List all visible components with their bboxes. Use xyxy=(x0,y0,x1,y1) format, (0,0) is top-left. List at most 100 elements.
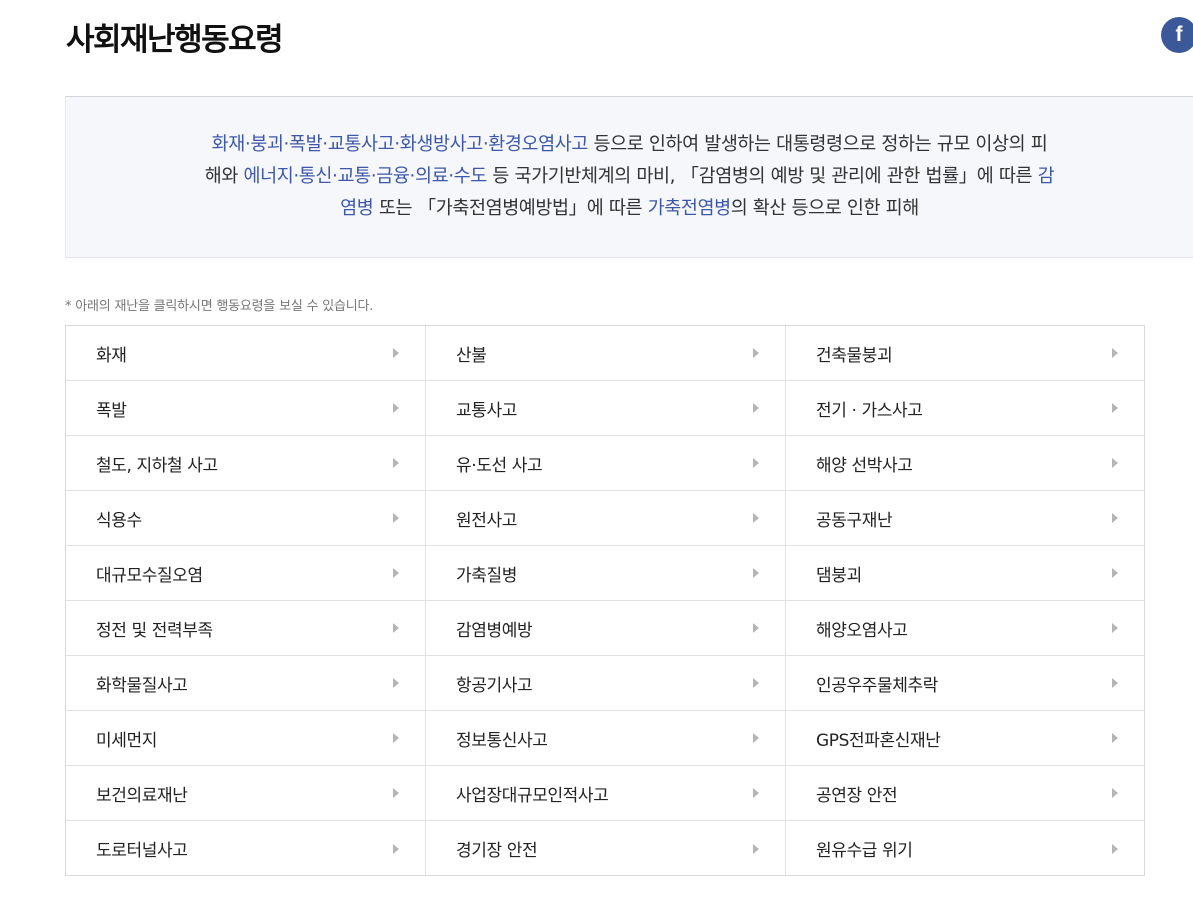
chevron-right-icon xyxy=(753,513,759,523)
definition-segment: 의 확산 등으로 인한 피해 xyxy=(730,198,920,219)
disaster-item[interactable]: 가축질병 xyxy=(426,546,786,601)
disaster-item-label: GPS전파혼신재난 xyxy=(816,730,941,751)
disaster-item-label: 식용수 xyxy=(96,510,142,531)
disaster-item-label: 인공우주물체추락 xyxy=(816,675,938,696)
disaster-item[interactable]: 인공우주물체추락 xyxy=(786,656,1144,711)
chevron-right-icon xyxy=(1112,678,1118,688)
disaster-item[interactable]: 해양오염사고 xyxy=(786,601,1144,656)
disaster-item-label: 화재 xyxy=(96,345,127,366)
definition-segment: 또는 「가축전염병예방법」에 따른 xyxy=(373,198,648,219)
disaster-item-label: 도로터널사고 xyxy=(96,841,188,861)
disaster-item[interactable]: 식용수 xyxy=(66,491,426,546)
chevron-right-icon xyxy=(1112,513,1118,523)
facebook-icon: f xyxy=(1175,23,1183,46)
disaster-item[interactable]: 정전 및 전력부족 xyxy=(66,601,426,656)
disaster-item[interactable]: 공동구재난 xyxy=(786,491,1144,546)
disaster-item[interactable]: 산불 xyxy=(426,326,786,381)
disaster-item-label: 전기 · 가스사고 xyxy=(816,400,923,421)
chevron-right-icon xyxy=(753,733,759,743)
disaster-item-label: 경기장 안전 xyxy=(456,841,538,861)
disaster-item-label: 해양 선박사고 xyxy=(816,455,913,476)
disaster-item[interactable]: 보건의료재난 xyxy=(66,766,426,821)
disaster-item-label: 사업장대규모인적사고 xyxy=(456,785,609,806)
disaster-item-label: 건축물붕괴 xyxy=(816,345,893,366)
disaster-item-label: 미세먼지 xyxy=(96,730,157,751)
disaster-item[interactable]: 항공기사고 xyxy=(426,656,786,711)
chevron-right-icon xyxy=(753,623,759,633)
disaster-item[interactable]: 화재 xyxy=(66,326,426,381)
chevron-right-icon xyxy=(753,788,759,798)
chevron-right-icon xyxy=(393,788,399,798)
disaster-item[interactable]: 정보통신사고 xyxy=(426,711,786,766)
disaster-item[interactable]: 해양 선박사고 xyxy=(786,436,1144,491)
facebook-share-button[interactable]: f xyxy=(1161,17,1193,53)
disaster-item-label: 산불 xyxy=(456,345,487,366)
disaster-item[interactable]: 감염병예방 xyxy=(426,601,786,656)
disaster-item-label: 철도, 지하철 사고 xyxy=(96,455,218,476)
disaster-item[interactable]: 대규모수질오염 xyxy=(66,546,426,601)
definition-highlight: 가축전염병 xyxy=(647,198,732,219)
definition-highlight: 에너지·통신·교통·금융·의료·수도 xyxy=(243,166,487,187)
definition-box: 화재·붕괴·폭발·교통사고·화생방사고·환경오염사고 등으로 인하여 발생하는 … xyxy=(65,96,1193,258)
disaster-item-label: 폭발 xyxy=(96,400,127,421)
disaster-item[interactable]: GPS전파혼신재난 xyxy=(786,711,1144,766)
chevron-right-icon xyxy=(393,843,399,854)
chevron-right-icon xyxy=(753,678,759,688)
chevron-right-icon xyxy=(393,568,399,578)
disaster-item-label: 공연장 안전 xyxy=(816,785,898,806)
disaster-item-label: 댐붕괴 xyxy=(816,565,862,586)
chevron-right-icon xyxy=(393,733,399,743)
disaster-list: 화재 산불 건축물붕괴폭발 교통사고 전기 · 가스사고철도, 지하철 사고 유·도선 사… xyxy=(65,325,1145,876)
chevron-right-icon xyxy=(393,403,399,413)
chevron-right-icon xyxy=(393,348,399,358)
disaster-item-label: 교통사고 xyxy=(456,400,517,421)
disaster-item-label: 유·도선 사고 xyxy=(456,455,543,476)
disaster-item-label: 보건의료재난 xyxy=(96,785,188,806)
chevron-right-icon xyxy=(1112,458,1118,468)
disaster-item-label: 가축질병 xyxy=(456,565,517,586)
disaster-item-label: 항공기사고 xyxy=(456,675,533,696)
page-title: 사회재난행동요령 xyxy=(66,22,284,58)
disaster-item-label: 정보통신사고 xyxy=(456,730,548,751)
disaster-item[interactable]: 원전사고 xyxy=(426,491,786,546)
definition-text: 화재·붕괴·폭발·교통사고·화생방사고·환경오염사고 등으로 인하여 발생하는 … xyxy=(205,129,1055,225)
disaster-item-label: 감염병예방 xyxy=(456,620,533,641)
chevron-right-icon xyxy=(753,843,759,854)
disaster-item[interactable]: 미세먼지 xyxy=(66,711,426,766)
disaster-item[interactable]: 사업장대규모인적사고 xyxy=(426,766,786,821)
chevron-right-icon xyxy=(1112,403,1118,413)
disaster-item-label: 해양오염사고 xyxy=(816,620,908,641)
chevron-right-icon xyxy=(393,623,399,633)
disaster-item[interactable]: 교통사고 xyxy=(426,381,786,436)
disaster-item[interactable]: 철도, 지하철 사고 xyxy=(66,436,426,491)
chevron-right-icon xyxy=(1112,788,1118,798)
disaster-item-label: 공동구재난 xyxy=(816,510,893,531)
disaster-item-label: 원유수급 위기 xyxy=(816,841,913,861)
disaster-item[interactable]: 경기장 안전 xyxy=(426,821,786,876)
disaster-item[interactable]: 화학물질사고 xyxy=(66,656,426,711)
chevron-right-icon xyxy=(1112,843,1118,854)
disaster-item-label: 대규모수질오염 xyxy=(96,565,203,586)
chevron-right-icon xyxy=(753,348,759,358)
chevron-right-icon xyxy=(1112,348,1118,358)
definition-segment: 등 국가기반체계의 마비, 「감염병의 예방 및 관리에 관한 법률」에 따른 xyxy=(486,166,1038,187)
disaster-item[interactable]: 전기 · 가스사고 xyxy=(786,381,1144,436)
chevron-right-icon xyxy=(393,513,399,523)
disaster-item[interactable]: 도로터널사고 xyxy=(66,821,426,876)
disaster-item-label: 화학물질사고 xyxy=(96,675,188,696)
chevron-right-icon xyxy=(393,458,399,468)
chevron-right-icon xyxy=(753,403,759,413)
disaster-item[interactable]: 원유수급 위기 xyxy=(786,821,1144,876)
definition-highlight: 화재·붕괴·폭발·교통사고·화생방사고·환경오염사고 xyxy=(211,134,589,155)
disaster-item[interactable]: 건축물붕괴 xyxy=(786,326,1144,381)
chevron-right-icon xyxy=(753,568,759,578)
chevron-right-icon xyxy=(753,458,759,468)
disaster-item[interactable]: 유·도선 사고 xyxy=(426,436,786,491)
chevron-right-icon xyxy=(1112,733,1118,743)
disaster-item[interactable]: 공연장 안전 xyxy=(786,766,1144,821)
disaster-item[interactable]: 폭발 xyxy=(66,381,426,436)
disaster-item-label: 정전 및 전력부족 xyxy=(96,620,213,641)
disaster-item[interactable]: 댐붕괴 xyxy=(786,546,1144,601)
chevron-right-icon xyxy=(1112,623,1118,633)
disaster-item-label: 원전사고 xyxy=(456,510,517,531)
